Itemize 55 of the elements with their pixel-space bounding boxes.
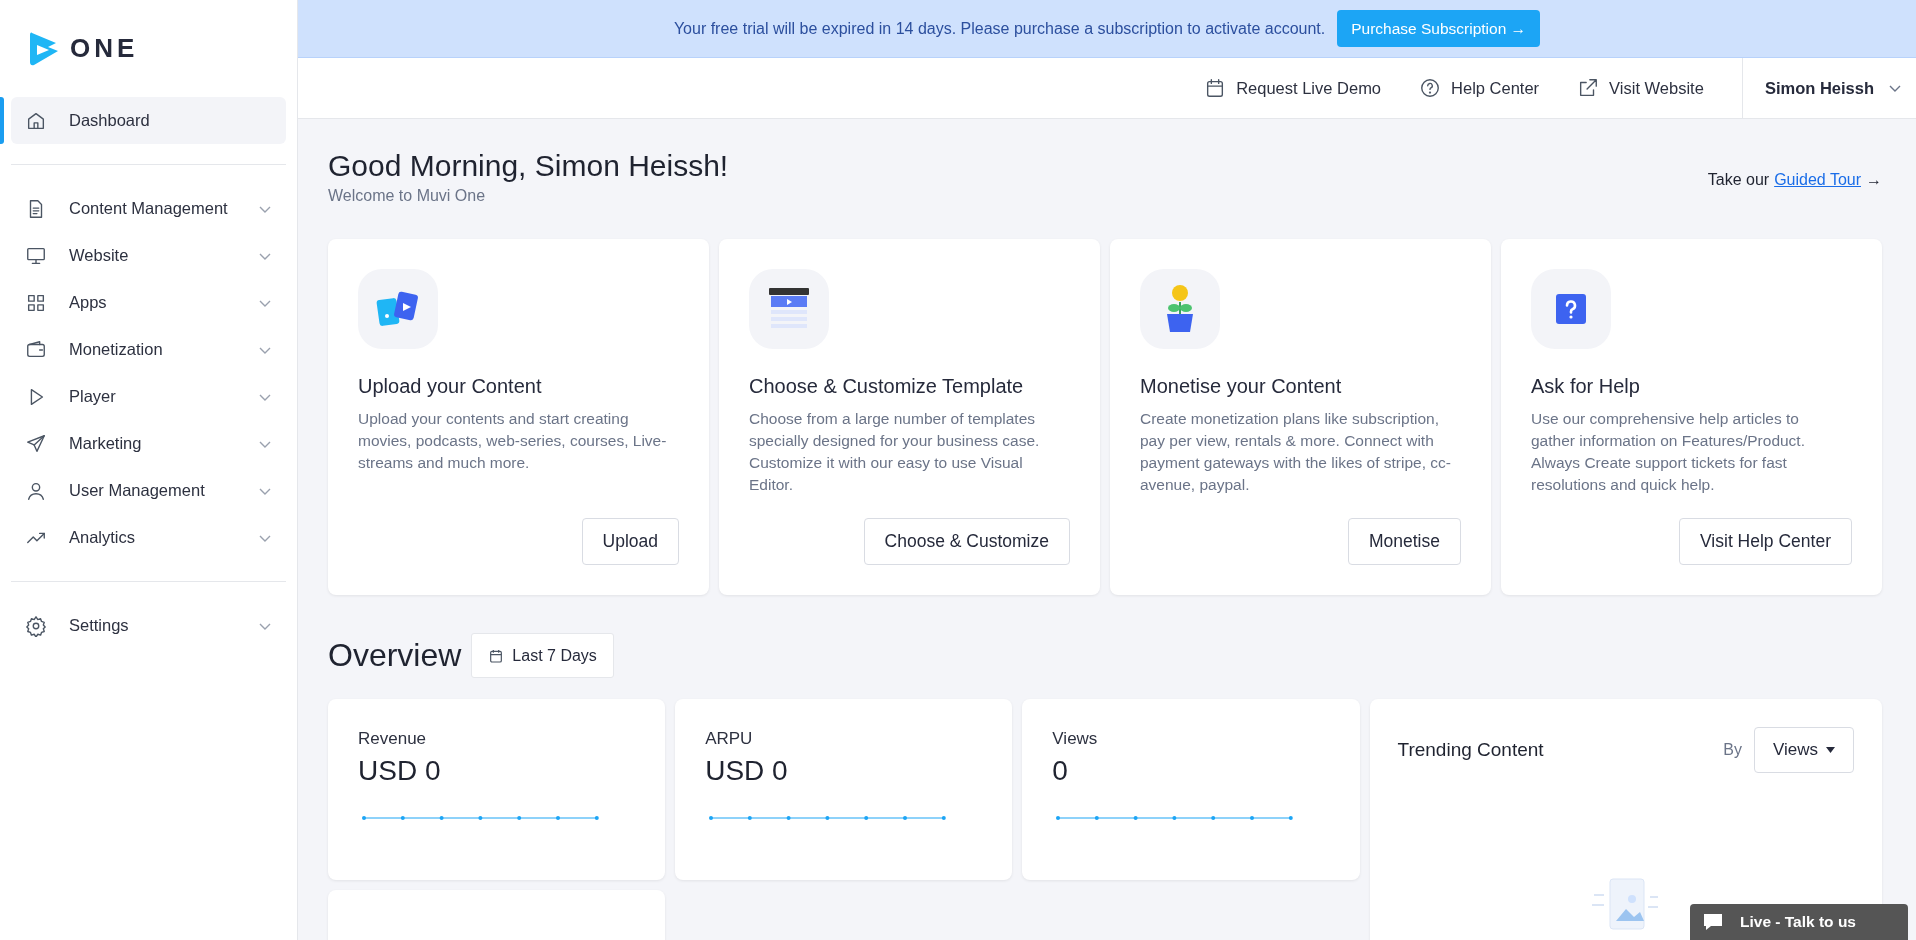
card-action-button[interactable]: Upload (581, 518, 679, 565)
live-chat-button[interactable]: Live - Talk to us (1690, 904, 1908, 940)
sidebar-item[interactable]: User Management (11, 467, 286, 514)
logo-text: ONE (70, 33, 139, 64)
date-range-button[interactable]: Last 7 Days (471, 633, 614, 678)
sidebar-item[interactable]: Marketing (11, 420, 286, 467)
header-link[interactable]: Help Center (1451, 78, 1540, 98)
card-description: Upload your contents and start creating movies, podcasts, web-series, courses, Live-streams and much more. (358, 409, 668, 473)
arrow-glyph: → (1866, 171, 1882, 189)
sidebar-item[interactable]: Player (11, 373, 286, 420)
greeting-title: Good Morning, Simon Heissh! (328, 149, 729, 183)
card-title: Monetise your Content (1140, 375, 1343, 398)
stat-value: USD 0 (705, 755, 789, 787)
card-action-button[interactable]: Visit Help Center (1679, 518, 1852, 565)
card-title: Ask for Help (1531, 375, 1641, 398)
stat-value: 0 (1052, 755, 1069, 787)
template-icon (768, 287, 810, 331)
trial-message: Your free trial will be expired in 14 days. Please purchase a subscription to activate account. (673, 19, 1326, 38)
stat-label: ARPU (705, 729, 754, 749)
stat-label: Revenue (358, 729, 428, 749)
greeting-subtitle: Welcome to Muvi One (328, 187, 487, 205)
overview-title: Overview (328, 637, 462, 674)
media-files-icon (376, 291, 420, 327)
stat-value: USD 0 (358, 755, 442, 787)
card-title: Upload your Content (358, 375, 543, 398)
external-link-icon (1577, 77, 1600, 99)
card-description: Choose from a large number of templates specially designed for your business case. Customize it with our easy to use Visual Editor. (749, 409, 1041, 495)
card-title: Choose & Customize Template (749, 375, 1025, 398)
sort-label: By (1723, 741, 1742, 759)
card-description: Create monetization plans like subscription, pay per view, rentals & more. Connect with payment gateways with the likes of stripe, cc-avenue, paypal. (1140, 409, 1451, 495)
settings-icon (25, 614, 47, 637)
sidebar-item[interactable]: Website (11, 232, 286, 279)
chat-bubble-icon (1702, 912, 1724, 932)
card-action-button[interactable]: Monetise (1348, 518, 1461, 565)
calendar-icon (488, 647, 505, 664)
sidebar-item[interactable]: Content Management (11, 185, 286, 232)
caret-icon (1826, 747, 1835, 753)
user-menu[interactable]: Simon Heissh (1741, 58, 1916, 118)
sidebar-item[interactable]: Apps (11, 279, 286, 326)
logo-icon (28, 30, 60, 67)
tour-prompt: Take our (1707, 171, 1770, 189)
sidebar-item[interactable]: Analytics (11, 514, 286, 561)
paper-plane-icon (25, 432, 47, 455)
header-link[interactable]: Request Live Demo (1236, 78, 1382, 98)
sort-dropdown[interactable]: Views (1753, 727, 1854, 773)
trending-title: Trending Content (1397, 739, 1545, 761)
card-description: Use our comprehensive help articles to gather information on Features/Product. Always Create support tickets for fast resolutions and quick help. (1531, 409, 1806, 495)
question-icon (1556, 294, 1586, 324)
help-icon (1419, 77, 1442, 99)
stat-label: Views (1052, 729, 1099, 749)
card-action-button[interactable]: Choose & Customize (863, 518, 1070, 565)
sidebar-item[interactable]: Settings (11, 602, 286, 649)
guided-tour-link[interactable]: Guided Tour (1774, 171, 1861, 189)
header-link[interactable]: Visit Website (1609, 78, 1704, 98)
sidebar-item[interactable]: Monetization (11, 326, 286, 373)
